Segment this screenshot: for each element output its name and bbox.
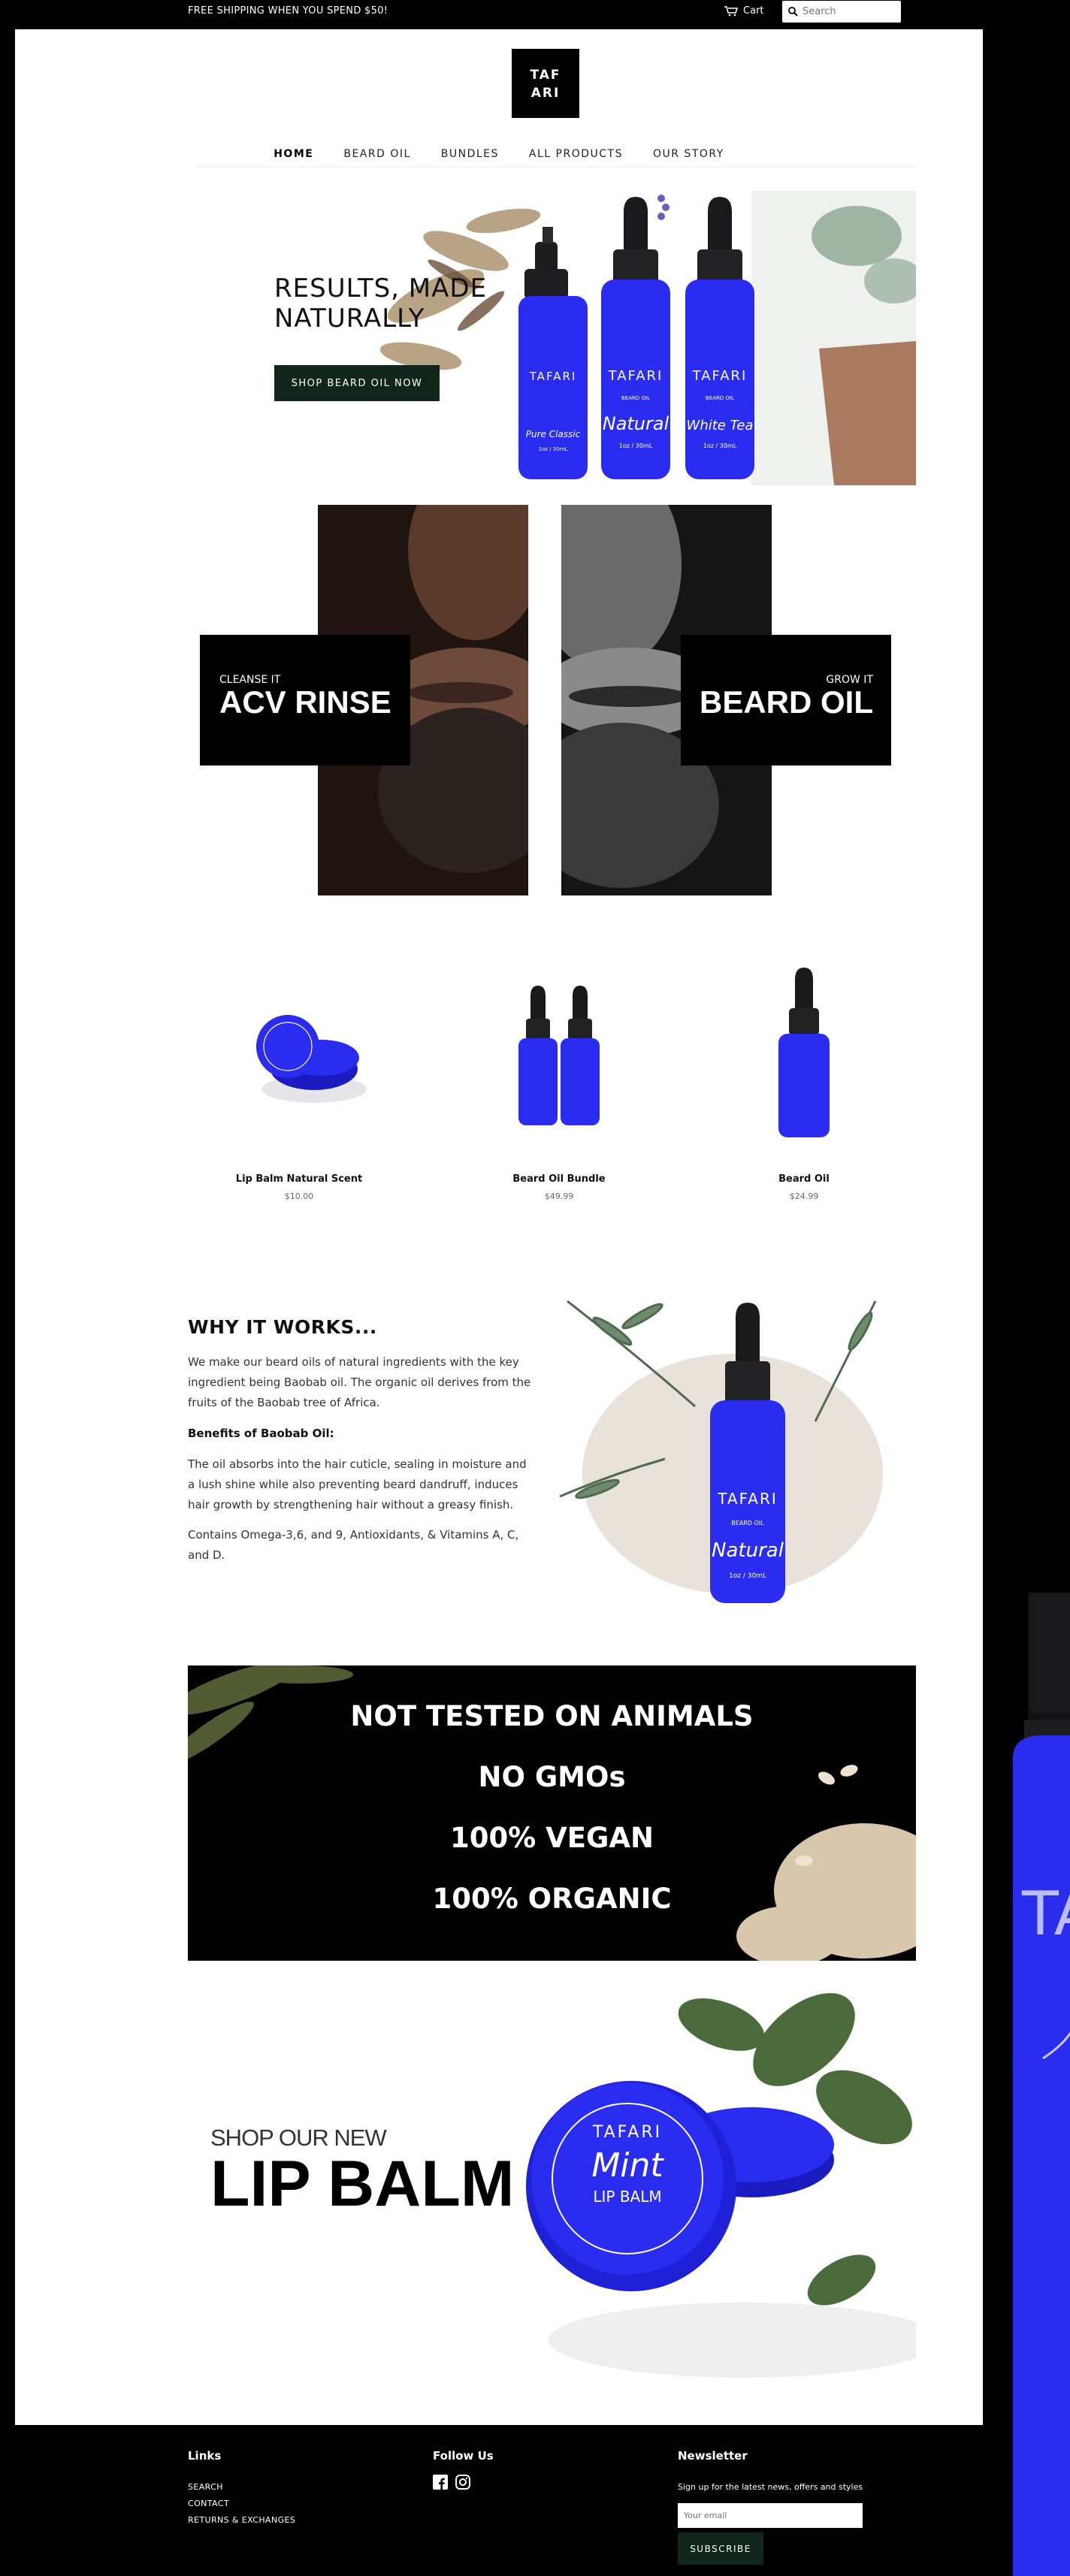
instagram-icon[interactable] [455,2475,470,2490]
acv-rinse-box[interactable]: CLEANSE IT ACV RINSE [200,635,410,766]
nav-bundles[interactable]: BUNDLES [441,143,499,165]
hero-bottle1-brand: TAFARI [529,370,577,383]
nav-divider [195,167,915,168]
nav-our-story[interactable]: OUR STORY [653,143,724,165]
product-price: $49.99 [544,1191,574,1201]
claim-no-gmos: NO GMOs [478,1761,626,1793]
hero-bottle2-brand: TAFARI [608,368,663,384]
why-heading: WHY IT WORKS... [188,1316,377,1338]
claim-organic: 100% ORGANIC [432,1883,672,1915]
footer-link-contact[interactable]: CONTACT [188,2499,229,2508]
search-icon [788,7,798,17]
why-paragraph-3: Contains Omega-3,6, and 9, Antioxidants,… [188,1528,519,1562]
footer-links-heading: Links [188,2449,222,2463]
side-bottle-image: TA [983,1593,1070,2576]
logo-line2: ARI [530,86,561,101]
why-bottle-brand: TAFARI [717,1490,778,1508]
cart-icon [724,6,738,17]
newsletter-email-input[interactable] [678,2503,863,2528]
lip-balm-promo[interactable]: TAFARI Mint LIP BALM SHOP OUR NEW LIP BA… [188,1980,916,2381]
why-bottle-type: BEARD OIL [731,1520,764,1527]
why-bottle-volume: 1oz / 30mL [729,1572,766,1580]
tin-type: LIP BALM [593,2188,661,2206]
beard-oil-box[interactable]: GROW IT BEARD OIL [681,635,891,766]
hero-bottle3-type: BEARD OIL [706,395,734,401]
lip-balm-product-image [256,1015,367,1103]
claim-vegan: 100% VEGAN [449,1822,654,1854]
nav-all-products[interactable]: ALL PRODUCTS [529,143,623,165]
cart-label: Cart [743,5,764,17]
tafari-logo[interactable]: TAF ARI [512,49,579,118]
hero-headline-line1: RESULTS, MADE [274,273,488,304]
why-bottle-script: Natural [712,1539,784,1562]
facebook-icon[interactable] [433,2475,448,2490]
search-input[interactable] [802,6,893,17]
nav-beard-oil[interactable]: BEARD OIL [343,143,410,165]
search-box[interactable] [782,1,901,23]
product-price: $24.99 [789,1191,819,1201]
footer-follow-heading: Follow Us [433,2449,494,2463]
product-title[interactable]: Lip Balm Natural Scent [186,1173,412,1185]
lip-balm-promo-image: TAFARI Mint LIP BALM [526,1993,916,2378]
hero-bottle2-script: Natural [603,413,670,434]
footer-newsletter-heading: Newsletter [678,2449,748,2463]
hero-bottle2-type: BEARD OIL [621,395,650,401]
subscribe-button[interactable]: SUBSCRIBE [678,2532,763,2565]
claims-banner: NOT TESTED ON ANIMALS NO GMOs 100% VEGAN… [188,1665,916,1961]
product-title[interactable]: Beard Oil Bundle [446,1173,672,1185]
hero-bottles-image: TAFARI Pure Classic 1oz / 30mL TAFARI BE… [518,197,754,479]
side-bottle-brand: TA [1021,1879,1070,1949]
footer-link-search[interactable]: SEARCH [188,2482,223,2492]
beard-oil-product-image [778,968,830,1137]
hero-banner[interactable]: TAFARI Pure Classic 1oz / 30mL TAFARI BE… [188,191,916,485]
why-bottle-image: TAFARI BEARD OIL Natural 1oz / 30mL [559,1300,883,1603]
cart-link[interactable]: Cart [724,0,764,23]
hero-bottle1-script: Pure Classic [526,429,581,439]
tin-script: Mint [591,2146,664,2185]
hero-headline: RESULTS, MADE NATURALLY [274,273,515,334]
tin-brand: TAFARI [592,2123,662,2142]
footer-link-returns[interactable]: RETURNS & EXCHANGES [188,2515,295,2525]
claim-not-tested: NOT TESTED ON ANIMALS [350,1700,754,1732]
nav-home[interactable]: HOME [274,143,313,165]
site-footer: Links SEARCH CONTACT RETURNS & EXCHANGES… [15,2425,983,2576]
newsletter-text: Sign up for the latest news, offers and … [678,2482,863,2492]
why-paragraph-1: We make our beard oils of natural ingred… [188,1355,531,1409]
hero-headline-line2: NATURALLY [274,304,425,334]
why-paragraph-2: The oil absorbs into the hair cuticle, s… [188,1457,527,1511]
beard-oil-bundle-image [518,986,600,1125]
page-content: TAF ARI HOME BEARD OIL BUNDLES ALL PRODU… [15,0,983,2576]
acv-rinse-title: ACV RINSE [219,684,391,720]
hero-bottle3-brand: TAFARI [692,368,748,384]
shop-beard-oil-button[interactable]: SHOP BEARD OIL NOW [274,365,440,401]
hero-bottle1-volume: 1oz / 30mL [539,446,568,452]
hero-bottle2-volume: 1oz / 30mL [619,442,653,449]
announcement-bar: FREE SHIPPING WHEN YOU SPEND $50! Cart [0,0,1070,29]
beard-oil-title: BEARD OIL [700,684,873,720]
lip-balm-title: LIP BALM [210,2148,515,2220]
logo-line1: TAF [530,68,561,83]
product-price: $10.00 [284,1191,314,1201]
free-shipping-text: FREE SHIPPING WHEN YOU SPEND $50! [188,5,388,17]
hero-bottle3-script: White Tea [687,418,754,433]
benefits-heading: Benefits of Baobab Oil: [188,1427,334,1440]
side-bottle-graphic: TA [1013,1593,1070,2576]
hero-bottle3-volume: 1oz / 30mL [703,442,737,449]
product-title[interactable]: Beard Oil [691,1173,917,1185]
main-nav: HOME BEARD OIL BUNDLES ALL PRODUCTS OUR … [15,143,983,165]
